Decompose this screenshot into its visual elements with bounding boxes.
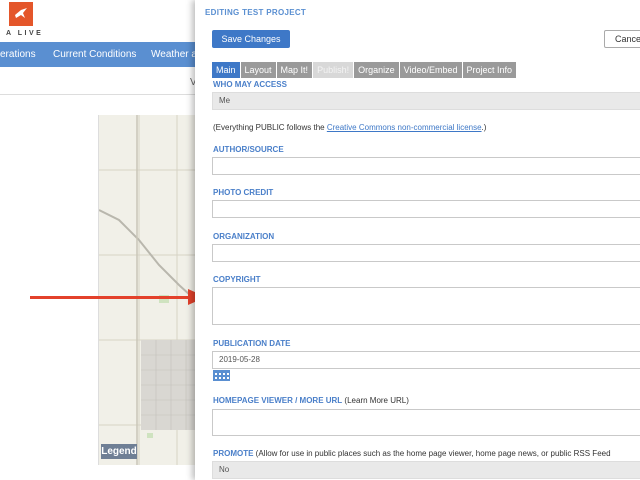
tab-layout[interactable]: Layout	[240, 62, 276, 78]
organization-label: ORGANIZATION	[213, 232, 275, 241]
tab-project-info[interactable]: Project Info	[462, 62, 517, 78]
tab-video-embed[interactable]: Video/Embed	[399, 62, 462, 78]
tab-organize[interactable]: Organize	[354, 62, 399, 78]
cancel-button[interactable]: Cance	[604, 30, 640, 48]
panel-title: EDITING TEST PROJECT	[205, 8, 307, 17]
who-may-access-label: WHO MAY ACCESS	[213, 80, 287, 89]
tab-publish[interactable]: Publish!	[313, 62, 354, 78]
publication-date-input[interactable]: 2019-05-28	[212, 351, 640, 369]
promote-hint: (Allow for use in public places such as …	[253, 449, 611, 458]
annotation-arrow-line	[30, 296, 190, 299]
homepage-viewer-label: HOMEPAGE VIEWER / MORE URL (Learn More U…	[213, 396, 409, 405]
promote-title: PROMOTE	[213, 449, 254, 458]
license-note-prefix: (Everything PUBLIC follows the	[213, 123, 327, 132]
site-logo[interactable]	[9, 2, 33, 26]
tab-bar: Main Layout Map It! Publish! Organize Vi…	[212, 62, 517, 78]
save-changes-button[interactable]: Save Changes	[212, 30, 290, 48]
homepage-viewer-title: HOMEPAGE VIEWER / MORE URL	[213, 396, 343, 405]
promote-select[interactable]: No	[212, 461, 640, 479]
photo-credit-label: PHOTO CREDIT	[213, 188, 274, 197]
tab-main[interactable]: Main	[212, 62, 240, 78]
license-note: (Everything PUBLIC follows the Creative …	[213, 123, 486, 132]
nav-item-weather[interactable]: Weather a	[151, 49, 197, 60]
calendar-icon[interactable]	[213, 370, 230, 381]
copyright-label: COPYRIGHT	[213, 275, 261, 284]
copyright-textarea[interactable]	[212, 287, 640, 325]
tab-map-it[interactable]: Map It!	[276, 62, 313, 78]
map-legend-button[interactable]: Legend	[101, 444, 137, 459]
divider	[0, 94, 200, 95]
homepage-viewer-hint: (Learn More URL)	[342, 396, 409, 405]
promote-label: PROMOTE (Allow for use in public places …	[213, 449, 611, 458]
nav-item-operations[interactable]: erations	[0, 49, 36, 60]
license-note-suffix: .)	[481, 123, 487, 132]
photo-credit-input[interactable]	[212, 200, 640, 218]
map-roads	[99, 115, 200, 465]
homepage-viewer-input[interactable]	[212, 409, 640, 436]
publication-date-label: PUBLICATION DATE	[213, 339, 291, 348]
author-source-label: AUTHOR/SOURCE	[213, 145, 284, 154]
creative-commons-link[interactable]: Creative Commons non-commercial license	[327, 123, 482, 132]
nav-item-current-conditions[interactable]: Current Conditions	[53, 49, 136, 60]
map-view[interactable]	[98, 115, 200, 465]
edit-project-panel: EDITING TEST PROJECT Save Changes Cance …	[195, 0, 640, 480]
author-source-input[interactable]	[212, 157, 640, 175]
who-may-access-select[interactable]: Me	[212, 92, 640, 110]
organization-input[interactable]	[212, 244, 640, 262]
logo-text: A LIVE	[6, 30, 44, 37]
bird-logo-icon	[15, 8, 27, 18]
